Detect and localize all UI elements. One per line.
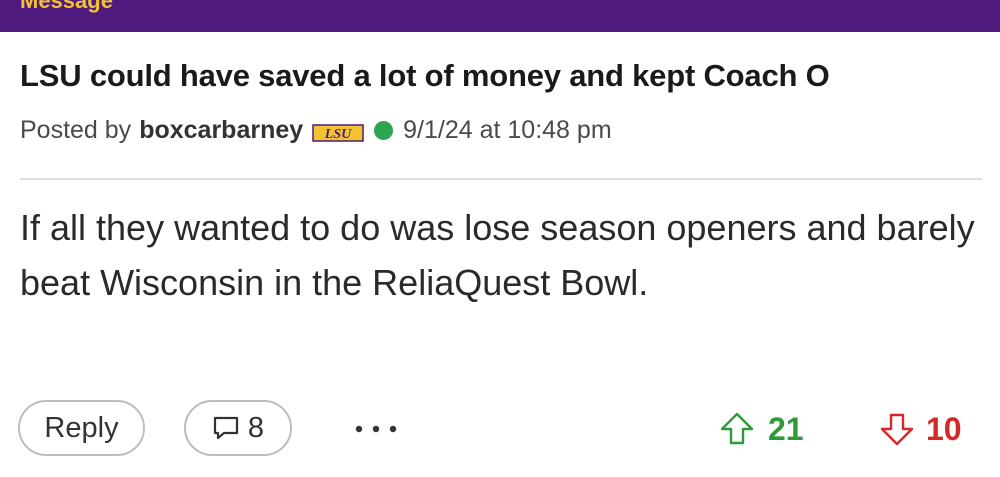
more-icon[interactable] <box>348 412 404 446</box>
upvote-arrow-icon <box>720 412 754 445</box>
downvote-count: 10 <box>926 410 962 447</box>
svg-text:LSU: LSU <box>324 127 352 142</box>
reply-button-label: Reply <box>44 411 119 444</box>
post-body: If all they wanted to do was lose season… <box>20 207 975 303</box>
post-timestamp: 9/1/24 at 10:48 pm <box>403 116 612 144</box>
comment-icon <box>213 416 239 440</box>
downvote-arrow-icon <box>880 413 914 446</box>
online-status-icon <box>374 121 394 140</box>
upvote-count: 21 <box>768 410 804 447</box>
upvote-button[interactable]: 21 <box>720 406 804 452</box>
top-bar: Message <box>0 0 1000 32</box>
posted-by-label: Posted by <box>20 116 132 144</box>
team-logo-icon: LSU <box>312 121 364 142</box>
divider <box>20 178 982 180</box>
top-bar-label: Message <box>20 0 113 13</box>
comments-button[interactable]: 8 <box>184 400 292 456</box>
comment-count: 8 <box>247 411 265 444</box>
post-meta: Posted by boxcarbarney LSU 9/1/24 at 10:… <box>20 116 612 145</box>
reply-button[interactable]: Reply <box>18 400 145 456</box>
author-link[interactable]: boxcarbarney <box>139 116 303 145</box>
post-title[interactable]: LSU could have saved a lot of money and … <box>20 58 980 94</box>
downvote-button[interactable]: 10 <box>880 406 962 452</box>
